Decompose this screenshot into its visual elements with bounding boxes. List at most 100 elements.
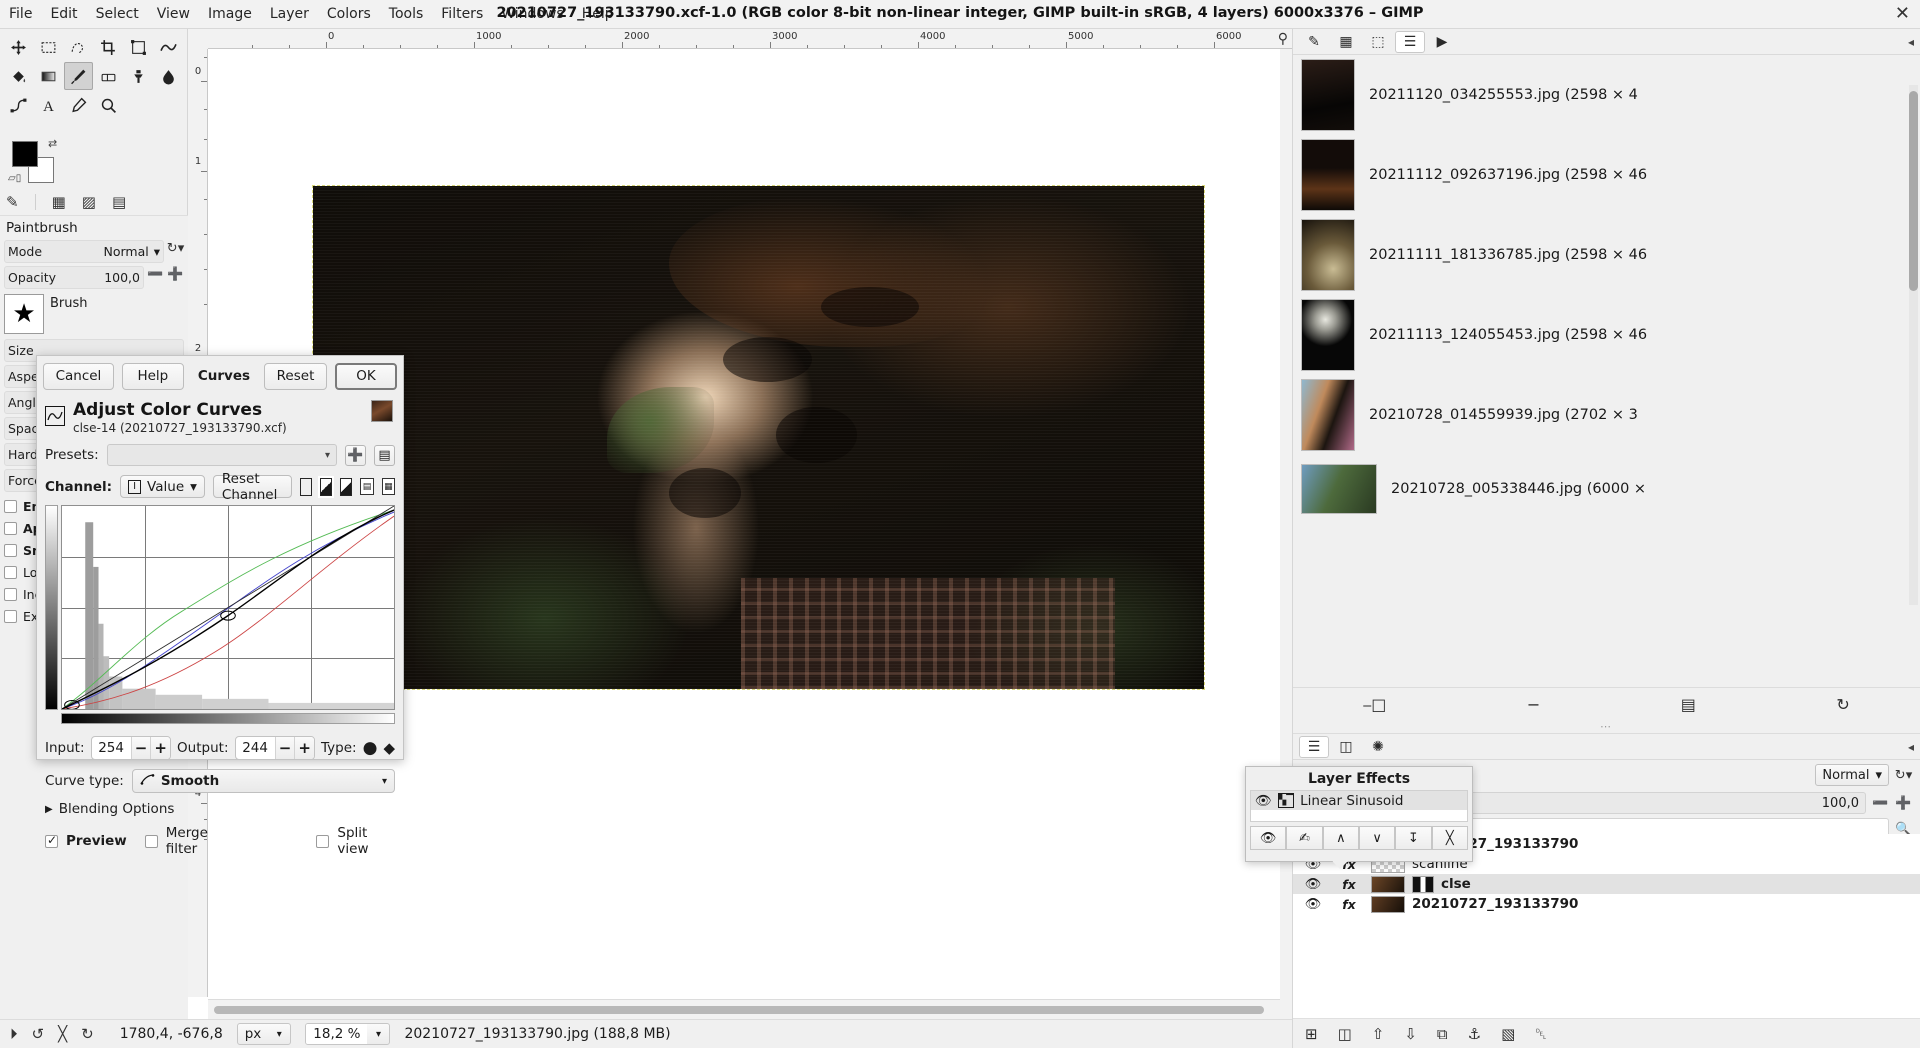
- free-select-tool[interactable]: [64, 33, 93, 61]
- menu-item-select[interactable]: Select: [87, 3, 148, 25]
- layer-mask-thumbnail[interactable]: [1412, 875, 1434, 893]
- corner-point-icon[interactable]: ◆: [383, 739, 395, 757]
- gradient-tool[interactable]: [34, 62, 63, 90]
- raise-effect-button[interactable]: ∧: [1322, 826, 1359, 850]
- delete-effect-button[interactable]: ╳: [1431, 826, 1468, 850]
- move-tool[interactable]: [4, 33, 33, 61]
- opacity-row[interactable]: Opacity 100,0: [4, 266, 144, 289]
- device-gradient-icon[interactable]: ▨: [82, 193, 96, 211]
- zoom-combo[interactable]: 18,2 % ▾: [305, 1023, 391, 1045]
- device-pattern-icon[interactable]: ▦: [52, 193, 66, 211]
- split-view-checkbox[interactable]: [316, 834, 330, 848]
- input-decrease-icon[interactable]: −: [130, 737, 151, 759]
- paint-mode-combo[interactable]: Normal ▾: [103, 244, 160, 259]
- incremental-checkbox[interactable]: [4, 587, 17, 601]
- menu-item-view[interactable]: View: [148, 3, 199, 25]
- raise-view-button[interactable]: ⎯□: [1363, 695, 1386, 715]
- paint-mode-row[interactable]: Mode Normal ▾: [4, 240, 164, 263]
- cancel-button[interactable]: Cancel: [43, 362, 114, 390]
- menu-item-tools[interactable]: Tools: [380, 3, 433, 25]
- input-value[interactable]: 254: [91, 740, 131, 756]
- expand-layers-checkbox[interactable]: [4, 609, 17, 623]
- delete-layer-button[interactable]: ␡: [1535, 1025, 1547, 1043]
- paintbrush-tool[interactable]: [64, 62, 93, 90]
- tab-fonts[interactable]: ⬚: [1363, 31, 1393, 53]
- lower-layer-button[interactable]: ⇩: [1404, 1025, 1417, 1043]
- switch-to-default-mode-icon[interactable]: ↻▾: [167, 240, 184, 257]
- linear-histogram-icon[interactable]: [300, 477, 313, 496]
- help-button[interactable]: Help: [121, 362, 184, 390]
- layer-opacity-decrease-icon[interactable]: ➖: [1872, 795, 1889, 812]
- duplicate-layer-button[interactable]: ⧉: [1437, 1025, 1448, 1043]
- effects-icon[interactable]: fx: [1327, 897, 1371, 912]
- list-item[interactable]: 20211112_092637196.jpg (2598 × 46: [1293, 135, 1920, 215]
- output-stepper[interactable]: 244 − +: [234, 736, 316, 760]
- bucket-fill-tool[interactable]: [4, 62, 33, 90]
- tab-pointer[interactable]: ▶: [1427, 31, 1457, 53]
- color-picker-tool[interactable]: [64, 91, 93, 119]
- lower-effect-button[interactable]: ∨: [1358, 826, 1396, 850]
- paths-tool[interactable]: [4, 91, 33, 119]
- curve-graph[interactable]: [61, 505, 395, 710]
- magnifier-icon[interactable]: ⚲: [1278, 31, 1288, 47]
- refresh-button[interactable]: ↻: [1836, 695, 1849, 714]
- plus-icon[interactable]: ➕: [345, 444, 366, 466]
- list-item[interactable]: 👁 ▚▔ Linear Sinusoid: [1251, 791, 1467, 810]
- menu-item-help[interactable]: Help: [573, 3, 623, 25]
- new-view-button[interactable]: −: [1527, 695, 1540, 714]
- new-layer-button[interactable]: ⊞: [1305, 1025, 1318, 1043]
- lock-brush-checkbox[interactable]: [4, 565, 17, 579]
- warp-tool[interactable]: [154, 33, 183, 61]
- enable-checkbox[interactable]: [4, 499, 17, 513]
- tab-channels[interactable]: ◫: [1331, 736, 1361, 758]
- effects-icon[interactable]: fx: [1327, 877, 1371, 892]
- menu-item-layer[interactable]: Layer: [261, 3, 318, 25]
- horizontal-ruler[interactable]: 0 1000 2000 3000 4000 5000 6000: [208, 29, 1292, 49]
- smooth-point-icon[interactable]: ●: [363, 738, 378, 758]
- menu-item-colors[interactable]: Colors: [318, 3, 380, 25]
- ok-button[interactable]: OK: [335, 362, 397, 390]
- dock-resize-handle[interactable]: ⋯: [1293, 720, 1920, 733]
- text-tool[interactable]: A: [34, 91, 63, 119]
- swap-colors-icon[interactable]: ⇄: [48, 137, 57, 150]
- foreground-color-swatch[interactable]: [12, 141, 38, 167]
- ruler-corner[interactable]: [188, 29, 208, 49]
- device-brush-icon[interactable]: ✎: [6, 193, 19, 211]
- visibility-icon[interactable]: 👁: [1255, 793, 1272, 809]
- transform-tool[interactable]: [124, 33, 153, 61]
- blending-options-expander[interactable]: ▶ Blending Options: [45, 801, 395, 817]
- scrollbar-thumb[interactable]: [1909, 91, 1918, 291]
- table-row[interactable]: 👁 fx 20210727_193133790: [1293, 894, 1920, 914]
- smudge-tool[interactable]: [154, 62, 183, 90]
- list-item[interactable]: 20210728_005338446.jpg (6000 ×: [1293, 455, 1920, 523]
- reset-channel-button[interactable]: Reset Channel: [212, 471, 293, 503]
- default-colors-icon[interactable]: ▱▯: [8, 173, 21, 184]
- images-list-scrollbar[interactable]: [1909, 85, 1918, 605]
- tab-paths[interactable]: ✺: [1363, 736, 1393, 758]
- layer-mode-combo[interactable]: Normal ▾: [1815, 764, 1889, 786]
- redo-icon[interactable]: ↻: [81, 1025, 94, 1043]
- menu-item-image[interactable]: Image: [199, 3, 261, 25]
- visibility-icon[interactable]: 👁: [1299, 877, 1327, 892]
- presets-input[interactable]: ▾: [106, 444, 337, 466]
- preview-checkbox[interactable]: [45, 833, 58, 848]
- close-icon[interactable]: ✕: [1895, 5, 1910, 23]
- dock-menu-icon[interactable]: ◂: [1908, 35, 1914, 49]
- tab-images[interactable]: ☰: [1395, 30, 1425, 53]
- opacity-decrease-icon[interactable]: ➖: [147, 266, 164, 283]
- brush-row[interactable]: ★ Brush: [4, 294, 184, 334]
- reset-button[interactable]: Reset: [264, 362, 327, 390]
- merge-effect-button[interactable]: ↧: [1395, 826, 1432, 850]
- tab-layers[interactable]: ☰: [1299, 735, 1329, 758]
- list-item[interactable]: 20211111_181336785.jpg (2598 × 46: [1293, 215, 1920, 295]
- unit-combo[interactable]: px ▾: [236, 1023, 292, 1045]
- preset-menu-icon[interactable]: ▤: [374, 444, 395, 466]
- input-stepper[interactable]: 254 − +: [90, 736, 172, 760]
- layer-opacity-increase-icon[interactable]: ➕: [1895, 795, 1912, 812]
- color-area[interactable]: ⇄ ▱▯: [8, 137, 68, 187]
- menu-item-windows[interactable]: Windows: [492, 3, 573, 25]
- curve-type-combo[interactable]: Smooth ▾: [131, 769, 395, 793]
- device-palette-icon[interactable]: ▤: [112, 193, 126, 211]
- zoom-value[interactable]: 18,2 %: [306, 1024, 368, 1044]
- anchor-layer-button[interactable]: ⚓: [1468, 1025, 1481, 1043]
